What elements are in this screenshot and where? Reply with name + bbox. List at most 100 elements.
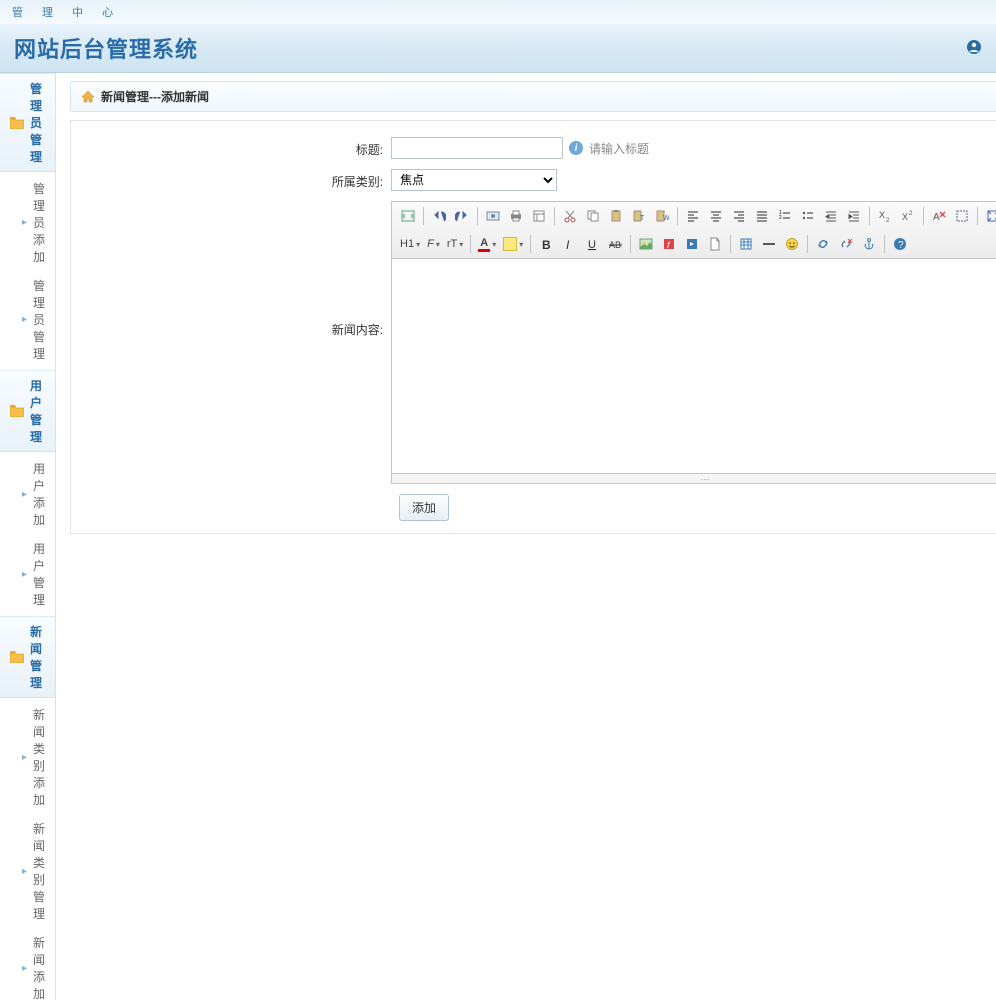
svg-text:T: T <box>640 215 645 222</box>
paste-text-icon[interactable]: T <box>629 206 649 226</box>
svg-text:X: X <box>902 212 908 222</box>
menu-title: 管理员管理 <box>30 80 45 165</box>
subscript-icon[interactable]: X2 <box>875 206 895 226</box>
toolbar-separator <box>630 235 631 253</box>
title-hint: 请输入标题 <box>589 140 649 157</box>
heading-dropdown[interactable]: H1▾ <box>398 238 422 250</box>
emoticon-icon[interactable] <box>782 234 802 254</box>
hilite-dropdown[interactable]: ▾ <box>501 237 525 251</box>
sidebar-item-1-1[interactable]: 用户管理 <box>0 534 55 614</box>
category-select[interactable]: 焦点 <box>391 169 557 191</box>
sidebar-item-1-0[interactable]: 用户添加 <box>0 454 55 534</box>
italic-icon[interactable]: I <box>559 234 579 254</box>
svg-text:2: 2 <box>886 218 890 223</box>
justify-left-icon[interactable] <box>683 206 703 226</box>
toolbar-separator <box>923 207 924 225</box>
info-icon: i <box>569 141 583 155</box>
header-top: 管 理 中 心 <box>0 0 996 24</box>
media-icon[interactable] <box>682 234 702 254</box>
menu-title: 用户管理 <box>30 377 45 445</box>
svg-text:U: U <box>588 239 596 251</box>
menu-header-0[interactable]: 管理员管理 <box>0 73 55 172</box>
toolbar-separator <box>977 207 978 225</box>
list-ul-icon[interactable] <box>798 206 818 226</box>
underline-icon[interactable]: U <box>582 234 602 254</box>
template-icon[interactable] <box>529 206 549 226</box>
toolbar-separator <box>554 207 555 225</box>
about-icon[interactable]: ? <box>890 234 910 254</box>
table-icon[interactable] <box>736 234 756 254</box>
content-label: 新闻内容: <box>71 201 391 338</box>
folder-icon <box>10 405 24 417</box>
svg-text:B: B <box>542 238 551 251</box>
copy-icon[interactable] <box>583 206 603 226</box>
svg-text:X: X <box>879 210 885 220</box>
svg-text:A: A <box>933 212 940 223</box>
strike-icon[interactable]: ABC <box>605 234 625 254</box>
rich-text-editor: TW12X2X2AH1▾F▾rT▾A▾▾BIUABCf? ⋯ <box>391 201 996 484</box>
submit-button[interactable]: 添加 <box>399 494 449 521</box>
toolbar-separator <box>884 235 885 253</box>
font-family-dropdown[interactable]: F▾ <box>425 238 442 250</box>
sidebar-item-0-0[interactable]: 管理员添加 <box>0 174 55 271</box>
header-user-icon[interactable] <box>966 39 982 58</box>
folder-icon <box>10 651 24 663</box>
category-label: 所属类别: <box>71 169 391 190</box>
flash-icon[interactable]: f <box>659 234 679 254</box>
cut-icon[interactable] <box>560 206 580 226</box>
font-size-dropdown[interactable]: rT▾ <box>445 238 465 250</box>
sidebar-item-2-1[interactable]: 新闻类别管理 <box>0 814 55 928</box>
menu-header-1[interactable]: 用户管理 <box>0 370 55 452</box>
preview-icon[interactable] <box>483 206 503 226</box>
menu-header-2[interactable]: 新闻管理 <box>0 616 55 698</box>
breadcrumb-text: 新闻管理---添加新闻 <box>101 88 209 105</box>
paste-icon[interactable] <box>606 206 626 226</box>
sidebar: 管理员管理管理员添加管理员管理用户管理用户添加用户管理新闻管理新闻类别添加新闻类… <box>0 73 56 1000</box>
fullscreen-icon[interactable] <box>983 206 996 226</box>
sidebar-item-2-2[interactable]: 新闻添加 <box>0 928 55 1000</box>
link-icon[interactable] <box>813 234 833 254</box>
paste-word-icon[interactable]: W <box>652 206 672 226</box>
svg-text:I: I <box>566 238 570 251</box>
source-icon[interactable] <box>398 206 418 226</box>
justify-right-icon[interactable] <box>729 206 749 226</box>
list-ol-icon[interactable]: 12 <box>775 206 795 226</box>
font-color-dropdown[interactable]: A▾ <box>476 237 498 252</box>
outdent-icon[interactable] <box>844 206 864 226</box>
toolbar-separator <box>423 207 424 225</box>
svg-text:?: ? <box>898 240 904 251</box>
justify-center-icon[interactable] <box>706 206 726 226</box>
redo-icon[interactable] <box>452 206 472 226</box>
file-icon[interactable] <box>705 234 725 254</box>
toolbar-separator <box>470 235 471 253</box>
toolbar-separator <box>869 207 870 225</box>
clear-format-icon[interactable]: A <box>929 206 949 226</box>
title-label: 标题: <box>71 137 391 158</box>
unlink-icon[interactable] <box>836 234 856 254</box>
svg-text:2: 2 <box>779 215 782 221</box>
toolbar-separator <box>530 235 531 253</box>
editor-body[interactable] <box>392 259 996 473</box>
print-icon[interactable] <box>506 206 526 226</box>
superscript-icon[interactable]: X2 <box>898 206 918 226</box>
title-input[interactable] <box>391 137 563 159</box>
justify-full-icon[interactable] <box>752 206 772 226</box>
menu-title: 新闻管理 <box>30 623 45 691</box>
app-title: 网站后台管理系统 <box>14 32 198 64</box>
header-bar: 网站后台管理系统 <box>0 24 996 73</box>
undo-icon[interactable] <box>429 206 449 226</box>
editor-resize-handle[interactable]: ⋯ <box>392 473 996 483</box>
main-content: 新闻管理---添加新闻 标题: i 请输入标题 所属类别: 焦点 <box>56 73 996 1000</box>
anchor-icon[interactable] <box>859 234 879 254</box>
toolbar-separator <box>807 235 808 253</box>
select-all-icon[interactable] <box>952 206 972 226</box>
form-panel: 标题: i 请输入标题 所属类别: 焦点 新闻内容: <box>70 120 996 534</box>
folder-icon <box>10 117 24 129</box>
bold-icon[interactable]: B <box>536 234 556 254</box>
editor-toolbar: TW12X2X2AH1▾F▾rT▾A▾▾BIUABCf? <box>392 202 996 259</box>
indent-icon[interactable] <box>821 206 841 226</box>
hr-icon[interactable] <box>759 234 779 254</box>
image-icon[interactable] <box>636 234 656 254</box>
sidebar-item-2-0[interactable]: 新闻类别添加 <box>0 700 55 814</box>
sidebar-item-0-1[interactable]: 管理员管理 <box>0 271 55 368</box>
